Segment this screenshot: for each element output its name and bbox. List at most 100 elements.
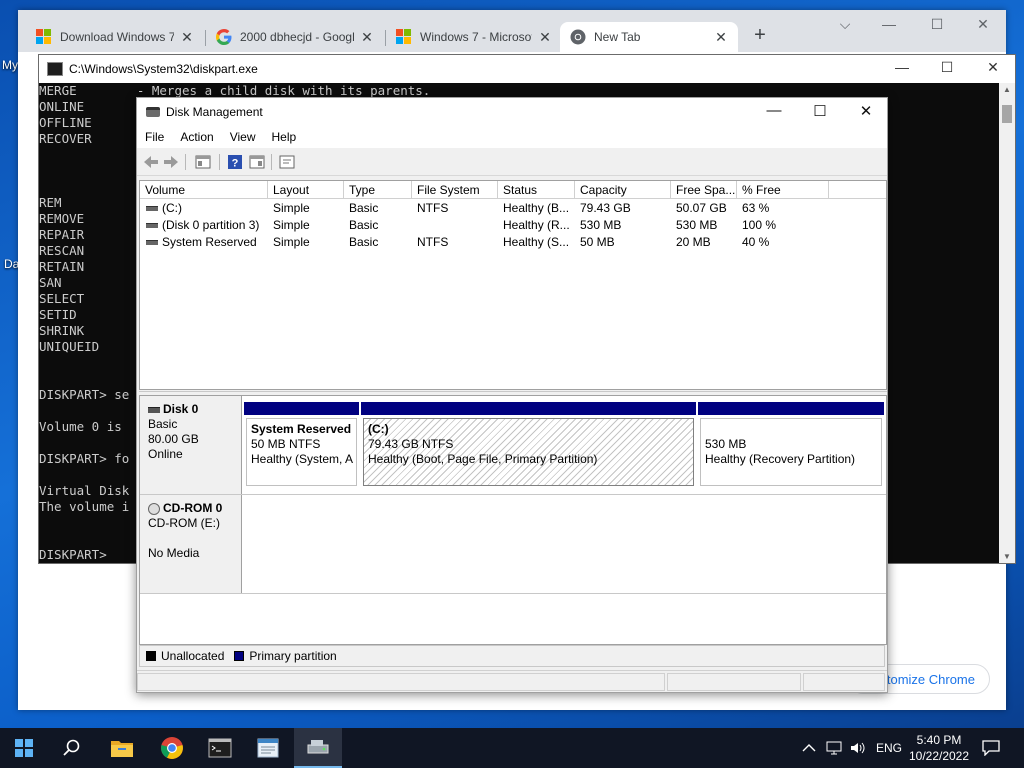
scroll-up-icon[interactable]: ▲ (999, 85, 1015, 94)
cell-layout: Simple (273, 201, 310, 215)
svg-text:?: ? (232, 158, 239, 170)
column-header-free-space[interactable]: Free Spa... (671, 181, 737, 199)
scrollbar-thumb[interactable] (1002, 105, 1012, 123)
maximize-button[interactable]: ☐ (805, 102, 835, 120)
cdrom-drive: CD-ROM (E:) (148, 516, 220, 530)
properties-icon[interactable] (195, 154, 211, 170)
close-button[interactable]: ✕ (968, 16, 998, 33)
menu-view[interactable]: View (222, 130, 264, 144)
command-prompt-taskbar-button[interactable] (196, 728, 244, 768)
tab-title: New Tab (594, 30, 641, 44)
console-scrollbar[interactable]: ▲ ▼ (999, 83, 1015, 563)
partition-body: 530 MB Healthy (Recovery Partition) (700, 418, 882, 486)
close-tab-icon[interactable]: ✕ (538, 29, 552, 46)
minimize-button[interactable]: — (887, 59, 917, 75)
network-icon[interactable] (826, 728, 842, 768)
cdrom-0-label[interactable]: CD-ROM 0 CD-ROM (E:) No Media (140, 495, 242, 593)
disk-kind: Basic (148, 417, 178, 431)
browser-tab[interactable]: Download Windows 7 ✕ (26, 22, 204, 52)
console-title-bar[interactable]: C:\Windows\System32\diskpart.exe — ☐ ✕ (39, 55, 1015, 83)
status-cell (137, 673, 665, 691)
start-button[interactable] (0, 728, 48, 768)
search-button[interactable] (48, 728, 96, 768)
status-cell (667, 673, 801, 691)
menu-action[interactable]: Action (172, 130, 221, 144)
close-tab-icon[interactable]: ✕ (360, 29, 374, 46)
settings-icon[interactable] (279, 154, 295, 170)
chrome-icon (161, 737, 183, 759)
partition-recovery[interactable]: 530 MB Healthy (Recovery Partition) (698, 402, 884, 488)
disk-size: 80.00 GB (148, 432, 199, 446)
partition-system-reserved[interactable]: System Reserved 50 MB NTFS Healthy (Syst… (244, 402, 359, 488)
console-line: DISKPART> se (39, 387, 130, 402)
cell-volume: System Reserved (140, 234, 268, 251)
column-header-type[interactable]: Type (344, 181, 412, 199)
tab-title: Download Windows 7 (60, 30, 174, 44)
windows-logo-icon (396, 29, 412, 45)
row-separator (140, 494, 886, 495)
close-button[interactable]: ✕ (978, 59, 1008, 76)
disk-management-icon (307, 740, 329, 754)
forward-icon[interactable] (163, 154, 179, 170)
cell-volume: (Disk 0 partition 3) (140, 217, 268, 234)
console-line: The volume i (39, 499, 130, 514)
chrome-taskbar-button[interactable] (148, 728, 196, 768)
browser-tab[interactable]: 2000 dbhecjd - Google ✕ (206, 22, 384, 52)
table-row[interactable]: (Disk 0 partition 3) Simple Basic Health… (140, 217, 886, 234)
tray-chevron-icon[interactable] (802, 728, 816, 768)
partition-c-drive[interactable]: (C:) 79.43 GB NTFS Healthy (Boot, Page F… (361, 402, 696, 488)
column-header-file-system[interactable]: File System (412, 181, 498, 199)
cell-file-system (412, 217, 498, 234)
browser-tab[interactable]: Windows 7 - Microsoft ✕ (386, 22, 562, 52)
clock[interactable]: 5:40 PM 10/22/2022 (906, 732, 972, 764)
disk-management-taskbar-button[interactable] (294, 728, 342, 768)
show-hide-console-icon[interactable] (249, 154, 265, 170)
menu-help[interactable]: Help (264, 130, 305, 144)
column-header-volume[interactable]: Volume (140, 181, 268, 199)
close-tab-icon[interactable]: ✕ (180, 29, 194, 46)
disk-0-label[interactable]: Disk 0 Basic 80.00 GB Online (140, 396, 242, 494)
close-tab-icon[interactable]: ✕ (714, 29, 728, 46)
new-tab-button[interactable]: + (748, 24, 772, 47)
scroll-down-icon[interactable]: ▼ (999, 552, 1015, 561)
table-row[interactable]: (C:) Simple Basic NTFS Healthy (B... 79.… (140, 200, 886, 217)
close-button[interactable]: ✕ (851, 102, 881, 120)
notifications-icon[interactable] (982, 728, 1000, 768)
browser-tab-active[interactable]: New Tab ✕ (560, 22, 738, 52)
clock-date: 10/22/2022 (908, 749, 970, 763)
cell-free-space: 20 MB (676, 235, 711, 249)
disk-management-window: Disk Management — ☐ ✕ File Action View H… (136, 97, 888, 693)
search-icon (63, 739, 80, 756)
column-header-capacity[interactable]: Capacity (575, 181, 671, 199)
cell-volume: (C:) (140, 200, 268, 217)
menu-file[interactable]: File (137, 130, 172, 144)
back-icon[interactable] (143, 154, 159, 170)
windows-logo-icon (36, 29, 52, 45)
row-separator (140, 593, 886, 594)
maximize-button[interactable]: ☐ (932, 59, 962, 76)
minimize-button[interactable]: — (874, 16, 904, 32)
column-header-status[interactable]: Status (498, 181, 575, 199)
help-icon[interactable]: ? (227, 154, 243, 170)
tab-search-chevron-icon[interactable]: ⌵ (830, 16, 860, 33)
notepad-taskbar-button[interactable] (244, 728, 292, 768)
column-header-layout[interactable]: Layout (268, 181, 344, 199)
partition-body: (C:) 79.43 GB NTFS Healthy (Boot, Page F… (363, 418, 694, 486)
column-header-percent-free[interactable]: % Free (737, 181, 829, 199)
console-line: RESCAN (39, 243, 85, 258)
cell-status: Healthy (B... (503, 201, 570, 215)
windows-start-icon (15, 739, 33, 757)
minimize-button[interactable]: — (759, 102, 789, 119)
table-row[interactable]: System Reserved Simple Basic NTFS Health… (140, 234, 886, 251)
console-line: REPAIR (39, 227, 85, 242)
dm-title-bar[interactable]: Disk Management — ☐ ✕ (137, 98, 887, 126)
desktop-icon-label[interactable]: My (2, 58, 18, 72)
volume-icon (146, 240, 158, 246)
cell-type: Basic (349, 201, 379, 215)
file-explorer-button[interactable] (98, 728, 146, 768)
language-indicator[interactable]: ENG (876, 728, 902, 768)
maximize-button[interactable]: ☐ (922, 16, 952, 33)
legend-unallocated: Unallocated (161, 649, 225, 663)
toolbar-separator (219, 154, 220, 170)
volume-icon[interactable] (850, 728, 866, 768)
